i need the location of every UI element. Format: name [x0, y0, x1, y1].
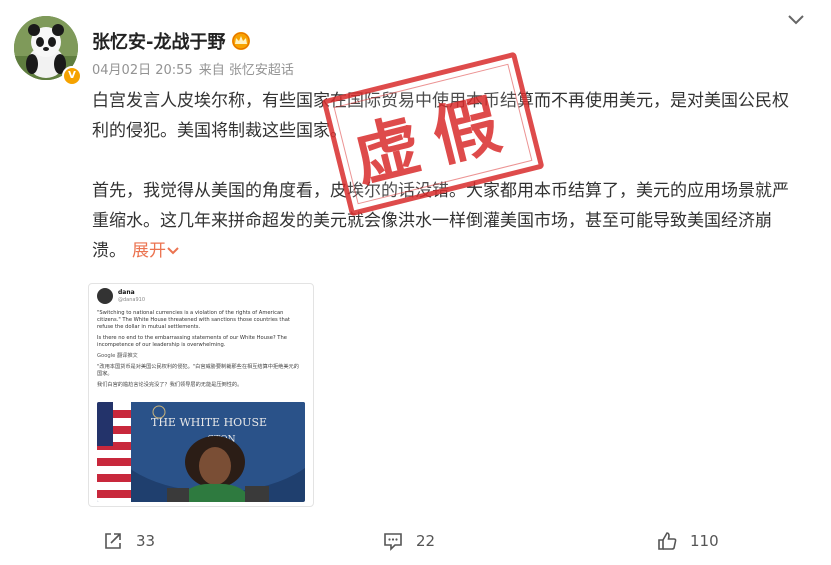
expand-label[interactable]: 展开: [132, 241, 166, 261]
tweet-header: dana @dana910: [97, 288, 145, 304]
tweet-text-2: Is there no end to the embarrassing stat…: [97, 335, 287, 348]
crown-icon: [232, 32, 251, 50]
verified-badge-icon: V: [62, 66, 82, 86]
tweet-translation-1: "改用本国货币是对美国公民权利的侵犯。"白宫威胁要制裁那些在相互结算中拒绝美元的…: [97, 364, 299, 377]
author-name[interactable]: 张忆安-龙战于野: [92, 28, 251, 54]
author-name-text[interactable]: 张忆安-龙战于野: [92, 28, 225, 54]
chevron-down-icon[interactable]: [787, 14, 805, 26]
tweet-text-1: "Switching to national currencies is a v…: [97, 310, 290, 330]
repost-count: 33: [136, 532, 156, 550]
thumbs-up-icon: [658, 532, 677, 550]
post-date[interactable]: 04月02日 20:55: [92, 59, 193, 78]
photo-caption: THE WHITE HOUSE: [151, 416, 267, 429]
repost-button[interactable]: 33: [102, 530, 155, 552]
expand-link[interactable]: 展开: [132, 241, 180, 261]
comment-count: 22: [416, 532, 436, 550]
repost-icon: [105, 533, 121, 549]
us-flag: [97, 402, 131, 502]
like-count: 110: [690, 532, 719, 550]
like-button[interactable]: 110: [656, 530, 719, 552]
comment-icon: [384, 533, 402, 551]
tweet-avatar: [97, 288, 113, 304]
post-source[interactable]: 来自 张忆安超话: [199, 59, 294, 78]
chevron-down-icon: [167, 247, 179, 255]
tweet-author: dana: [118, 288, 135, 296]
tweet-handle: @dana910: [118, 296, 146, 303]
tweet-translation-2: 我们白宫的尴尬言论没完没了？我们领导层的无能是压倒性的。: [97, 382, 243, 388]
press-briefing-photo: THE WHITE HOUSE GTON: [97, 402, 305, 502]
google-translate-label: Google 翻译推文: [97, 353, 138, 359]
post-meta: 04月02日 20:55 来自 张忆安超话: [92, 59, 294, 78]
embedded-tweet-image[interactable]: dana @dana910 "Switching to national cur…: [88, 283, 314, 507]
tweet-text: "Switching to national currencies is a v…: [97, 310, 303, 393]
comment-button[interactable]: 22: [382, 530, 435, 552]
